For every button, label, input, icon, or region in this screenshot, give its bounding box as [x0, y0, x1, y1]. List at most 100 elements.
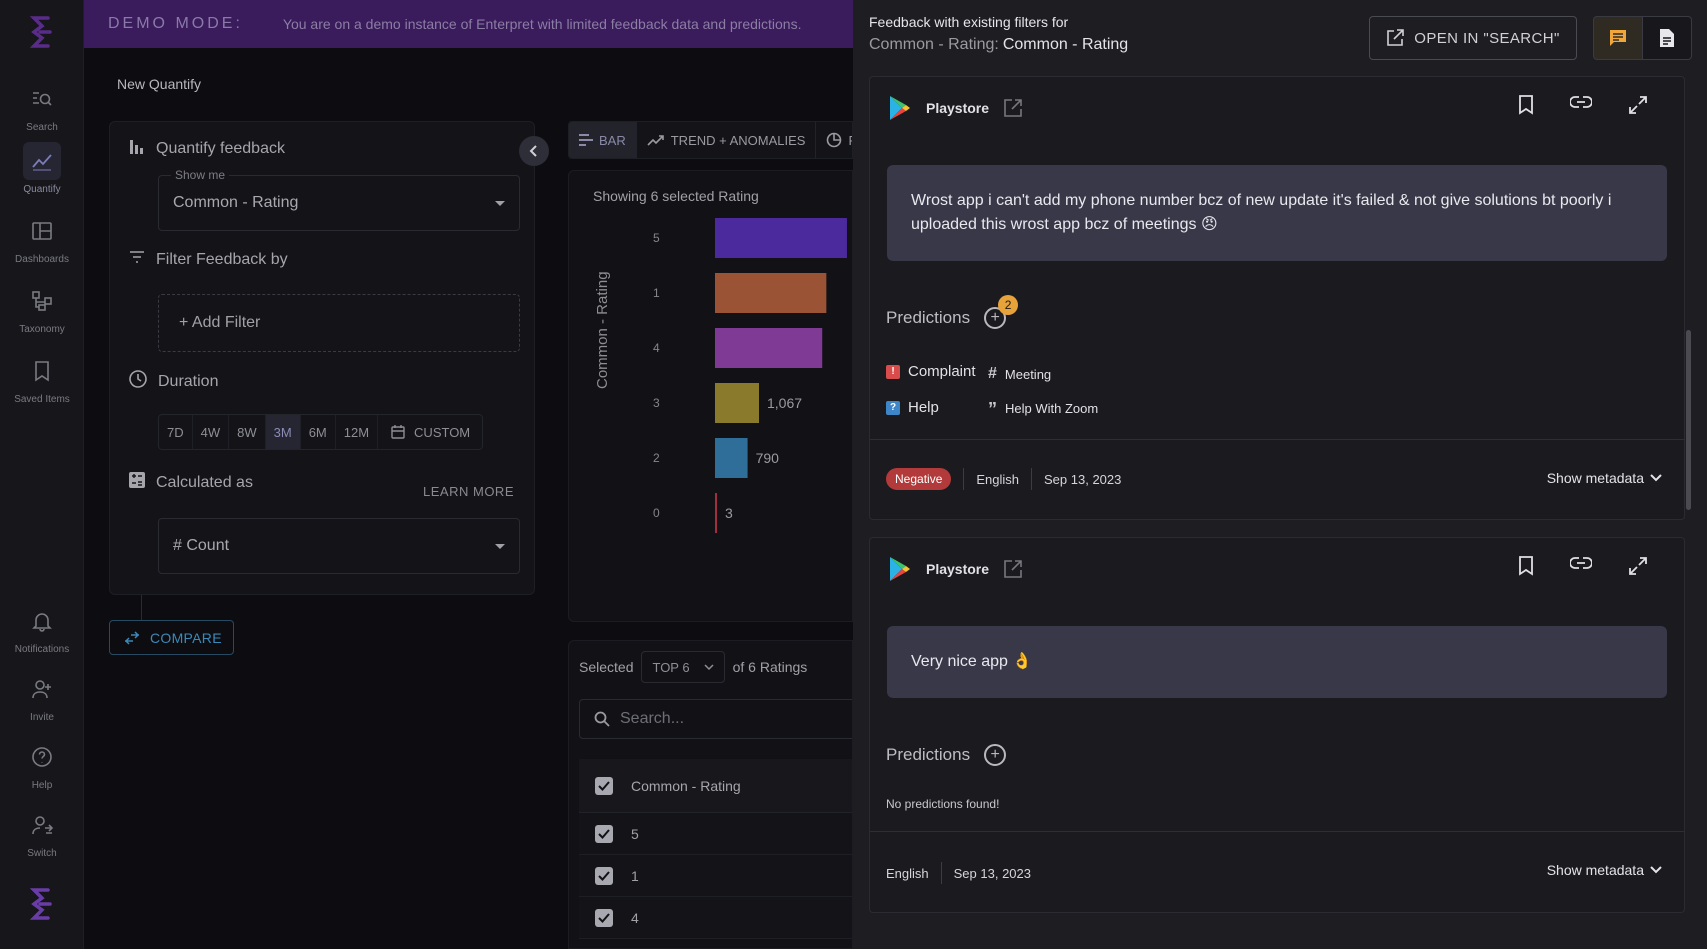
bookmark-icon — [23, 352, 61, 390]
table-row[interactable]: 4 — [579, 897, 852, 939]
search-icon — [594, 711, 610, 727]
drawer-filter-prefix: Common - Rating: — [869, 36, 999, 53]
bar-2[interactable] — [715, 438, 748, 478]
open-in-search-button[interactable]: OPEN IN "SEARCH" — [1369, 16, 1577, 60]
duration-12m[interactable]: 12M — [336, 415, 379, 449]
prediction-tag-help[interactable]: ? Help — [886, 399, 939, 416]
selection-row: Selected TOP 6 of 6 Ratings — [579, 651, 807, 683]
duration-7d[interactable]: 7D — [159, 415, 193, 449]
compare-label: COMPARE — [150, 629, 222, 646]
bar-5[interactable] — [715, 218, 847, 258]
chevron-down-icon — [1650, 866, 1662, 874]
calculated-section-header: Calculated as — [128, 471, 253, 494]
bookmark-button[interactable] — [1518, 556, 1534, 576]
copy-link-button[interactable] — [1570, 95, 1592, 115]
drawer-scrollbar[interactable] — [1686, 330, 1691, 510]
show-metadata-label: Show metadata — [1546, 862, 1644, 878]
date-label: Sep 13, 2023 — [953, 865, 1031, 881]
sidebar-item-label: Saved Items — [14, 394, 70, 405]
filter-section-header: Filter Feedback by — [128, 248, 288, 271]
external-link-icon[interactable] — [1003, 559, 1023, 579]
row-checkbox[interactable] — [595, 908, 613, 927]
copy-link-button[interactable] — [1570, 556, 1592, 576]
page-title: New Quantify — [117, 76, 202, 92]
expand-button[interactable] — [1628, 95, 1648, 115]
bookmark-button[interactable] — [1518, 95, 1534, 115]
bookmark-icon — [1519, 95, 1533, 115]
table-search-input[interactable]: Search... — [579, 699, 852, 739]
clock-icon — [128, 369, 148, 394]
show-metadata-button[interactable]: Show metadata — [1547, 862, 1662, 878]
sidebar-item-help[interactable]: Help — [0, 738, 84, 791]
collapse-panel-button[interactable] — [519, 136, 549, 166]
prediction-tag-complaint[interactable]: ! Complaint — [886, 363, 976, 380]
summary-view-tab[interactable] — [1642, 16, 1692, 60]
sidebar-item-invite[interactable]: Invite — [0, 670, 84, 723]
calculated-as-select[interactable]: # Count — [158, 518, 520, 574]
bar-3[interactable] — [715, 383, 759, 423]
duration-6m[interactable]: 6M — [301, 415, 336, 449]
dropdown-caret-icon — [495, 544, 505, 549]
sidebar-item-notifications[interactable]: Notifications — [0, 602, 84, 655]
show-me-select[interactable]: Show me Common - Rating — [158, 168, 520, 231]
feedback-list[interactable]: Playstore Wrost app i can't add my phone… — [869, 76, 1687, 949]
row-checkbox[interactable] — [595, 824, 613, 843]
sidebar-item-dashboards[interactable]: Dashboards — [0, 212, 84, 265]
row-checkbox[interactable] — [595, 866, 613, 885]
select-all-checkbox[interactable] — [595, 776, 613, 795]
check-icon — [598, 780, 610, 791]
tab-trend[interactable]: TREND + ANOMALIES — [637, 122, 817, 158]
bar-chart-icon — [128, 137, 146, 160]
show-metadata-button[interactable]: Show metadata — [1547, 470, 1662, 486]
y-tick-label: 0 — [653, 506, 660, 520]
table-row[interactable]: 5 — [579, 813, 852, 855]
show-me-value: Common - Rating — [173, 194, 299, 211]
duration-selector: 7D 4W 8W 3M 6M 12M CUSTOM — [158, 414, 484, 450]
tab-pie[interactable]: PI — [816, 122, 852, 158]
add-prediction-button[interactable]: + — [984, 744, 1007, 766]
logo-icon[interactable] — [22, 12, 62, 52]
sidebar-item-saved-items[interactable]: Saved Items — [0, 352, 84, 405]
tab-bar[interactable]: BAR — [569, 122, 637, 158]
expand-button[interactable] — [1628, 556, 1648, 576]
sidebar-item-label: Search — [26, 122, 58, 133]
predictions-header: Predictions + — [886, 744, 1007, 766]
sidebar-item-quantify[interactable]: Quantify — [0, 142, 84, 195]
feedback-drawer: Feedback with existing filters for Commo… — [853, 0, 1707, 949]
compare-icon — [124, 630, 140, 645]
add-prediction-button[interactable]: + 2 — [984, 295, 1019, 329]
prediction-tag-meeting[interactable]: # Meeting — [988, 365, 1051, 383]
language-label: English — [976, 471, 1020, 487]
external-link-icon[interactable] — [1003, 98, 1023, 118]
duration-3m[interactable]: 3M — [265, 415, 301, 449]
trend-icon — [647, 135, 664, 146]
feedback-actions — [1518, 95, 1648, 115]
learn-more-link[interactable]: LEARN MORE — [423, 484, 514, 499]
duration-4w[interactable]: 4W — [193, 415, 230, 449]
top-n-select[interactable]: TOP 6 — [641, 651, 725, 683]
bar-chart: 5 1 4 3 1,067 2 790 0 3 — [653, 218, 847, 533]
calculator-icon — [128, 471, 146, 494]
expand-icon — [1629, 96, 1647, 114]
table-row[interactable]: 1 — [579, 855, 852, 897]
sidebar-item-taxonomy[interactable]: Taxonomy — [0, 282, 84, 335]
demo-banner-text: You are on a demo instance of Enterpret … — [282, 16, 802, 32]
document-icon — [1660, 29, 1674, 47]
compare-button[interactable]: COMPARE — [109, 620, 234, 655]
workspace-logo-icon[interactable] — [22, 884, 62, 924]
search-placeholder: Search... — [620, 710, 685, 727]
add-filter-button[interactable]: + Add Filter — [158, 294, 520, 352]
sidebar-item-label: Invite — [30, 712, 54, 723]
feedback-view-tab[interactable] — [1593, 16, 1643, 60]
divider — [963, 468, 965, 490]
sidebar-item-switch[interactable]: Switch — [0, 806, 84, 859]
bar-0[interactable] — [715, 493, 717, 533]
predictions-label: Predictions — [886, 745, 971, 764]
duration-8w[interactable]: 8W — [229, 415, 266, 449]
duration-custom[interactable]: CUSTOM — [378, 415, 482, 449]
sidebar-item-search[interactable]: Search — [0, 80, 84, 133]
bar-1[interactable] — [715, 273, 827, 313]
no-predictions-text: No predictions found! — [886, 797, 1000, 811]
bar-4[interactable] — [715, 328, 823, 368]
prediction-tag-help-with-zoom[interactable]: ” Help With Zoom — [988, 400, 1098, 418]
